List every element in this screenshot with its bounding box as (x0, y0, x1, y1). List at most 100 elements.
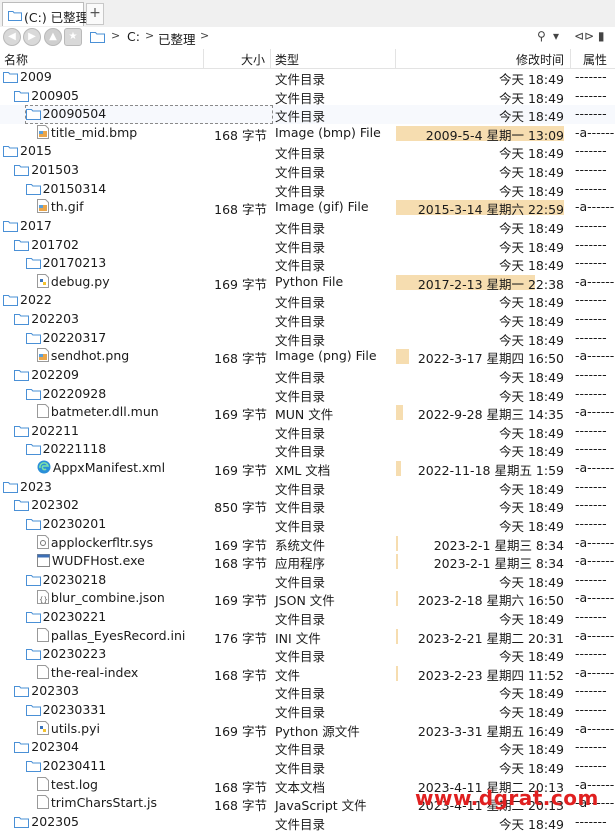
item-modified: 2023-2-21 星期二 20:31 (396, 627, 566, 646)
item-modified: 今天 18:49 (396, 515, 566, 534)
item-type: 文件目录 (275, 220, 326, 236)
item-name: AppxManifest.xml (37, 460, 165, 477)
file-row[interactable]: title_mid.bmp 168 字节 Image (bmp) File 2009-… (0, 124, 615, 143)
folder-icon (25, 704, 41, 719)
file-row[interactable]: batmeter.dll.mun 169 字节 MUN 文件 2022-9-28 星期… (0, 403, 615, 422)
column-divider[interactable] (203, 49, 204, 68)
file-row[interactable]: th.gif 168 字节 Image (gif) File 2015-3-14 星期… (0, 198, 615, 217)
folder-row[interactable]: 200905 文件目录 今天 18:49 ------- (0, 87, 615, 106)
folder-row[interactable]: 20150314 文件目录 今天 18:49 ------- (0, 180, 615, 199)
folder-row[interactable]: 20230221 文件目录 今天 18:49 ------- (0, 608, 615, 627)
image-file-icon (36, 124, 49, 142)
folder-row[interactable]: 2017 文件目录 今天 18:49 ------- (0, 217, 615, 236)
folder-row[interactable]: 20230201 文件目录 今天 18:49 ------- (0, 515, 615, 534)
date-age-bar (396, 591, 398, 607)
item-size: 168 字节 (214, 667, 267, 683)
item-type: 文件目录 (275, 742, 326, 758)
up-arrow-icon[interactable]: ▲ (44, 28, 62, 46)
file-row[interactable]: debug.py 169 字节 Python File 2017-2-13 星期一 2… (0, 273, 615, 292)
system-file-icon (36, 534, 49, 552)
panel-toggle-icon[interactable]: ⊲⊳ ▮ (574, 29, 605, 43)
folder-row[interactable]: 20230218 文件目录 今天 18:49 ------- (0, 571, 615, 590)
item-name: 202304 (14, 739, 79, 756)
item-modified: 今天 18:49 (396, 496, 566, 515)
file-row[interactable]: pallas_EyesRecord.ini 176 字节 INI 文件 2023-2-… (0, 627, 615, 646)
item-attributes: -a------ (575, 404, 615, 420)
item-attributes: -a------ (575, 664, 615, 680)
item-type: 文件目录 (275, 444, 326, 460)
item-modified: 今天 18:49 (396, 757, 566, 776)
breadcrumb-item-folder[interactable]: 已整理 (158, 29, 196, 48)
folder-row[interactable]: 2023 文件目录 今天 18:49 ------- (0, 478, 615, 497)
file-row[interactable]: utils.pyi 169 字节 Python 源文件 2023-3-31 星期五 1… (0, 720, 615, 739)
folder-row[interactable]: 20220317 文件目录 今天 18:49 ------- (0, 329, 615, 348)
item-modified: 2022-3-17 星期四 16:50 (396, 347, 566, 366)
file-row[interactable]: WUDFHost.exe 168 字节 应用程序 2023-2-1 星期三 8:34-… (0, 552, 615, 571)
folder-row[interactable]: 201702 文件目录 今天 18:49 ------- (0, 236, 615, 255)
item-attributes: -a------ (575, 460, 615, 476)
item-attributes: -a------ (575, 534, 615, 550)
column-type[interactable]: 类型 (275, 51, 299, 68)
tab-drive-c[interactable]: (C:) 已整理 (2, 2, 88, 26)
column-modified[interactable]: 修改时间 (516, 51, 564, 68)
folder-row[interactable]: 20170213 文件目录 今天 18:49 ------- (0, 254, 615, 273)
folder-row[interactable]: 2015 文件目录 今天 18:49 ------- (0, 142, 615, 161)
folder-row[interactable]: 20220928 文件目录 今天 18:49 ------- (0, 385, 615, 404)
folder-row[interactable]: 20090504 文件目录 今天 18:49 ------- (0, 105, 615, 125)
folder-icon (14, 425, 30, 440)
item-name: 202203 (14, 311, 79, 328)
folder-row[interactable]: 202211 文件目录 今天 18:49 ------- (0, 422, 615, 441)
chevron-down-icon[interactable]: ▾ (553, 29, 559, 43)
folder-row[interactable]: 202203 文件目录 今天 18:49 ------- (0, 310, 615, 329)
back-arrow-icon[interactable]: ◀ (3, 28, 21, 46)
item-name: 20230331 (25, 702, 106, 719)
column-divider[interactable] (270, 49, 271, 68)
folder-row[interactable]: 20230331 文件目录 今天 18:49 ------- (0, 701, 615, 720)
folder-row[interactable]: 202209 文件目录 今天 18:49 ------- (0, 366, 615, 385)
item-name-text: title_mid.bmp (50, 124, 138, 140)
column-size[interactable]: 大小 (241, 51, 265, 68)
forward-arrow-icon[interactable]: ▶ (23, 28, 41, 46)
folder-icon (14, 90, 30, 105)
item-size: 168 字节 (214, 351, 267, 367)
folder-row[interactable]: 20230223 文件目录 今天 18:49 ------- (0, 645, 615, 664)
column-divider[interactable] (570, 49, 571, 68)
folder-icon (14, 499, 30, 514)
item-modified-text: 今天 18:49 (499, 239, 564, 255)
item-modified: 今天 18:49 (396, 440, 566, 460)
search-icon[interactable]: ⚲ (537, 29, 546, 43)
file-icon (36, 664, 49, 682)
new-tab-button[interactable]: + (86, 3, 104, 25)
folder-row[interactable]: 20221118 文件目录 今天 18:49 ------- (0, 440, 615, 459)
file-row[interactable]: AppxManifest.xml 169 字节 XML 文档 2022-11-18 星… (0, 459, 615, 478)
item-modified: 今天 18:49 (396, 738, 566, 757)
folder-row[interactable]: 201503 文件目录 今天 18:49 ------- (0, 161, 615, 180)
date-age-bar (396, 665, 398, 681)
file-row[interactable]: the-real-index 168 字节 文件 2023-2-23 星期四 11:5… (0, 664, 615, 683)
item-type: Python File (275, 273, 344, 289)
item-type: JSON 文件 (275, 593, 335, 609)
folder-row[interactable]: 202303 文件目录 今天 18:49 ------- (0, 682, 615, 701)
item-name-text: 20230201 (42, 515, 107, 531)
column-attributes[interactable]: 属性 (583, 51, 607, 68)
file-row[interactable]: {} blur_combine.json 169 字节 JSON 文件 2023-2-1… (0, 589, 615, 608)
item-attributes: ------- (575, 683, 607, 699)
folder-row[interactable]: 202304 文件目录 今天 18:49 ------- (0, 738, 615, 757)
breadcrumb-item-drive[interactable]: C: (127, 29, 140, 44)
column-name[interactable]: 名称 (4, 51, 28, 68)
item-modified-text: 今天 18:49 (499, 444, 564, 460)
file-row[interactable]: sendhot.png 168 字节 Image (png) File 2022-3-… (0, 347, 615, 366)
folder-row[interactable]: 20230411 文件目录 今天 18:49 ------- (0, 757, 615, 776)
folder-row[interactable]: 202302 850 字节 文件目录 今天 18:49 ------- (0, 496, 615, 515)
item-name-text: AppxManifest.xml (52, 460, 166, 476)
folder-row[interactable]: 2009 文件目录 今天 18:49 ------- (0, 68, 615, 87)
item-name-text: 2017 (20, 217, 52, 233)
item-name: trimCharsStart.js (36, 795, 157, 812)
item-modified: 2023-2-23 星期四 11:52 (396, 664, 566, 683)
folder-row[interactable]: 2022 文件目录 今天 18:49 ------- (0, 291, 615, 310)
favorite-star-icon[interactable]: ★ (64, 28, 82, 46)
file-row[interactable]: applockerfltr.sys 169 字节 系统文件 2023-2-1 星期三 … (0, 534, 615, 553)
folder-row[interactable]: 202305 文件目录 今天 18:49 ------- (0, 813, 615, 832)
column-divider[interactable] (395, 49, 396, 68)
item-modified: 今天 18:49 (396, 478, 566, 497)
